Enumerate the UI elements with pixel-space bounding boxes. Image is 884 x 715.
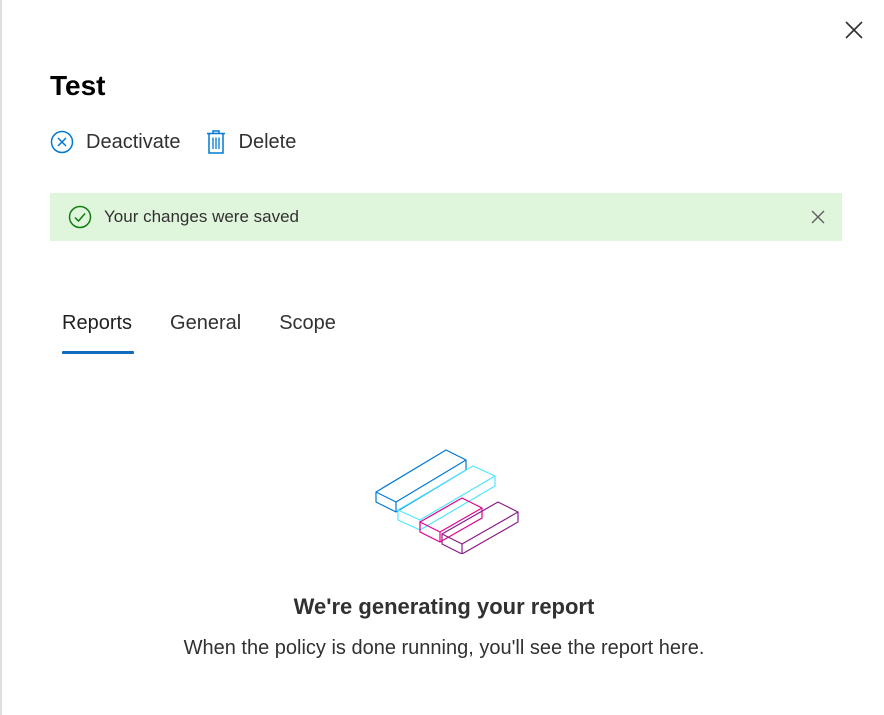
checkmark-circle-icon xyxy=(68,205,92,229)
details-panel: Test Deactivate Delete Your changes were… xyxy=(2,0,884,715)
trash-icon xyxy=(205,129,227,155)
panel-title: Test xyxy=(50,70,106,101)
report-bars-illustration xyxy=(375,449,519,554)
dismiss-icon xyxy=(811,210,825,224)
tab-general[interactable]: General xyxy=(170,300,241,356)
illustration-bar-magenta xyxy=(419,497,483,543)
command-bar: Deactivate Delete xyxy=(50,126,320,158)
deactivate-button[interactable]: Deactivate xyxy=(50,126,181,158)
delete-label: Delete xyxy=(238,130,297,153)
delete-button[interactable]: Delete xyxy=(205,126,297,158)
dismiss-message-button[interactable] xyxy=(806,205,830,229)
deactivate-circle-x-icon xyxy=(50,130,74,154)
empty-state-subtitle: When the policy is done running, you'll … xyxy=(183,637,705,659)
tab-scope[interactable]: Scope xyxy=(279,300,336,356)
close-panel-button[interactable] xyxy=(840,16,868,44)
close-icon xyxy=(845,21,863,39)
deactivate-label: Deactivate xyxy=(86,130,181,153)
success-message-bar: Your changes were saved xyxy=(50,193,842,241)
illustration-bar-blue xyxy=(375,449,467,513)
empty-state-title: We're generating your report xyxy=(293,594,595,619)
success-message-text: Your changes were saved xyxy=(104,207,300,226)
illustration-bar-cyan xyxy=(397,465,496,531)
tab-reports[interactable]: Reports xyxy=(62,300,135,356)
tab-list: Reports General Scope xyxy=(62,300,374,356)
